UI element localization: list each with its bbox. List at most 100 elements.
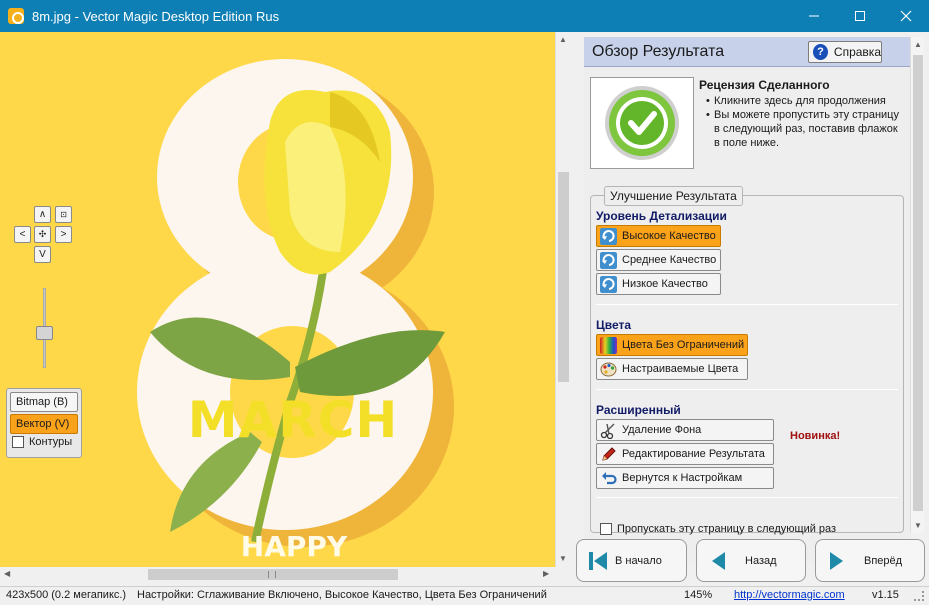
window-title: 8m.jpg - Vector Magic Desktop Edition Ru…: [32, 8, 280, 24]
panel-title: Обзор Результата: [592, 43, 725, 60]
result-review-panel: Обзор Результата ? Справка Рецензия Сдел…: [572, 32, 929, 586]
title-bar: 8m.jpg - Vector Magic Desktop Edition Ru…: [0, 0, 929, 32]
back-to-settings-button[interactable]: Вернутся к Настройкам: [596, 467, 774, 489]
march-text: MARCH: [188, 391, 399, 449]
remove-background-button[interactable]: Удаление Фона: [596, 419, 774, 441]
section-divider: [596, 304, 898, 305]
panel-header: Обзор Результата ? Справка: [584, 37, 910, 67]
help-button[interactable]: ? Справка: [808, 41, 882, 63]
status-bar: 423x500 (0.2 мегапикс.) Настройки: Сглаж…: [0, 586, 929, 605]
zoom-slider-knob[interactable]: [36, 326, 53, 340]
palette-icon: [600, 362, 617, 376]
remove-background-label: Удаление Фона: [622, 424, 702, 436]
scroll-right-icon[interactable]: ▶: [543, 569, 549, 578]
medium-quality-label: Среднее Качество: [622, 254, 717, 266]
custom-colors-label: Настраиваемые Цвета: [622, 363, 739, 375]
new-feature-badge: Новинка!: [790, 430, 841, 442]
improve-group-label: Улучшение Результата: [604, 186, 743, 206]
maximize-button[interactable]: [837, 0, 883, 32]
settings-text: Настройки: Сглаживание Включено, Высокое…: [137, 589, 547, 601]
scroll-grip-icon: [268, 571, 276, 578]
website-link[interactable]: http://vectormagic.com: [734, 589, 845, 601]
pan-center-button[interactable]: ✣: [34, 226, 51, 243]
image-vertical-scrollbar[interactable]: ▲ ▼: [555, 32, 570, 567]
review-title: Рецензия Сделанного: [699, 78, 830, 92]
pan-right-button[interactable]: >: [55, 226, 72, 243]
zoom-fit-button[interactable]: ⊡: [55, 206, 72, 223]
image-size-text: 423x500 (0.2 мегапикс.): [6, 589, 127, 601]
low-quality-button[interactable]: Низкое Качество: [596, 273, 721, 295]
review-bullet: Вы можете пропустить эту страницу в след…: [706, 108, 906, 150]
vectorized-image: MARCH HAPPY: [0, 32, 555, 567]
app-icon: [8, 8, 24, 24]
review-done-button[interactable]: [590, 77, 694, 169]
pan-up-button[interactable]: ∧: [34, 206, 51, 223]
section-divider: [596, 389, 898, 390]
undo-arrow-icon: [602, 471, 617, 484]
view-mode-panel: Bitmap (B) Вектор (V) Контуры: [6, 388, 82, 458]
scroll-left-icon[interactable]: ◀: [4, 569, 10, 578]
refresh-icon: [600, 251, 617, 269]
start-button[interactable]: В начало: [576, 539, 687, 582]
close-button[interactable]: [883, 0, 929, 32]
next-button-label: Вперёд: [864, 554, 903, 567]
help-icon: ?: [813, 44, 828, 60]
help-button-label: Справка: [833, 45, 881, 59]
contours-label: Контуры: [29, 436, 73, 448]
back-arrow-icon: [712, 551, 725, 570]
skip-page-label: Пропускать эту страницу в следующий раз: [617, 523, 837, 535]
vector-mode-button[interactable]: Вектор (V): [10, 414, 78, 434]
section-divider: [596, 497, 898, 498]
panel-scroll-thumb[interactable]: [913, 55, 923, 511]
back-button-label: Назад: [745, 554, 777, 567]
next-button[interactable]: Вперёд: [815, 539, 925, 582]
review-instructions: Кликните здесь для продолжения Вы можете…: [706, 94, 906, 150]
maximize-icon: [855, 11, 865, 21]
high-quality-label: Высокое Качество: [622, 230, 716, 242]
bitmap-mode-button[interactable]: Bitmap (B): [10, 392, 78, 412]
image-canvas[interactable]: MARCH HAPPY ∧ ⊡ < ✣ > V Bitmap (B) Векто…: [0, 32, 555, 567]
back-to-settings-label: Вернутся к Настройкам: [622, 472, 743, 484]
refresh-icon: [600, 275, 617, 293]
unlimited-colors-button[interactable]: Цвета Без Ограничений: [596, 334, 748, 356]
image-vertical-scroll-thumb[interactable]: [558, 172, 569, 382]
skip-page-option[interactable]: Пропускать эту страницу в следующий раз: [600, 523, 836, 535]
pan-control: ∧ ⊡ < ✣ > V: [14, 206, 76, 266]
low-quality-label: Низкое Качество: [622, 278, 708, 290]
scroll-up-icon[interactable]: ▲: [559, 35, 567, 44]
back-button[interactable]: Назад: [696, 539, 806, 582]
review-bullet: Кликните здесь для продолжения: [706, 94, 906, 108]
edit-result-label: Редактирование Результата: [622, 448, 765, 460]
minimize-icon: [809, 15, 819, 17]
color-spectrum-icon: [600, 336, 617, 354]
high-quality-button[interactable]: Высокое Качество: [596, 225, 721, 247]
skip-page-checkbox[interactable]: [600, 523, 612, 535]
zoom-level-text: 145%: [684, 589, 713, 601]
next-arrow-icon: [830, 551, 843, 570]
refresh-icon: [600, 227, 617, 245]
pan-down-button[interactable]: V: [34, 246, 51, 263]
scroll-up-icon[interactable]: ▲: [914, 40, 922, 49]
advanced-section-title: Расширенный: [596, 403, 681, 417]
zoom-slider[interactable]: [36, 288, 53, 368]
close-icon: [900, 10, 912, 22]
start-button-label: В начало: [615, 554, 662, 567]
custom-colors-button[interactable]: Настраиваемые Цвета: [596, 358, 748, 380]
skip-to-start-icon: [589, 551, 607, 570]
pan-left-button[interactable]: <: [14, 226, 31, 243]
contours-option[interactable]: Контуры: [10, 436, 78, 448]
minimize-button[interactable]: [791, 0, 837, 32]
unlimited-colors-label: Цвета Без Ограничений: [622, 339, 745, 351]
image-horizontal-scrollbar[interactable]: ◀ ▶: [0, 567, 555, 582]
resize-grip-icon[interactable]: [914, 591, 924, 601]
medium-quality-button[interactable]: Среднее Качество: [596, 249, 721, 271]
colors-section-title: Цвета: [596, 318, 632, 332]
scissors-icon: [600, 423, 615, 439]
checkmark-icon: [605, 86, 679, 160]
edit-result-button[interactable]: Редактирование Результата: [596, 443, 774, 465]
pencil-icon: [602, 446, 616, 461]
panel-vertical-scrollbar[interactable]: ▲ ▼: [910, 37, 924, 533]
scroll-down-icon[interactable]: ▼: [559, 554, 567, 563]
scroll-down-icon[interactable]: ▼: [914, 521, 922, 530]
contours-checkbox[interactable]: [12, 436, 24, 448]
